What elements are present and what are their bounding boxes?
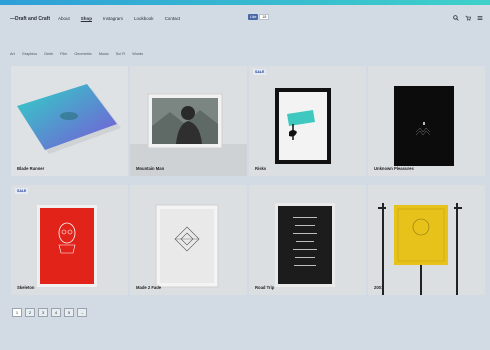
page-1[interactable]: 1 bbox=[12, 308, 22, 317]
nav-about[interactable]: About bbox=[58, 16, 70, 21]
header-icons bbox=[453, 15, 483, 21]
product-card-risks[interactable]: SALE Risks bbox=[249, 66, 366, 176]
blade-runner-poster bbox=[11, 66, 128, 176]
filter-geometric[interactable]: Geometric bbox=[74, 52, 92, 56]
cart-icon[interactable] bbox=[465, 15, 471, 21]
search-icon[interactable] bbox=[453, 15, 459, 21]
product-card-unknown-pleasures[interactable]: Unknown Pleasures bbox=[368, 66, 485, 176]
menu-icon[interactable] bbox=[477, 15, 483, 21]
product-card-blade-runner[interactable]: Blade Runner bbox=[11, 66, 128, 176]
filter-sci-fi[interactable]: Sci Fi bbox=[116, 52, 126, 56]
product-name: Mountain Man bbox=[136, 166, 165, 171]
pagination: 1 2 3 4 5 → bbox=[12, 308, 87, 317]
filter-geek[interactable]: Geek bbox=[44, 52, 53, 56]
sale-badge: SALE bbox=[253, 69, 267, 75]
2001-poster bbox=[368, 185, 485, 295]
product-name: Unknown Pleasures bbox=[374, 166, 414, 171]
product-card-road-trip[interactable]: Road Trip bbox=[249, 185, 366, 295]
unknown-pleasures-poster bbox=[368, 66, 485, 176]
page-5[interactable]: 5 bbox=[64, 308, 74, 317]
product-card-2001[interactable]: 2001 bbox=[368, 185, 485, 295]
risks-poster bbox=[249, 66, 366, 176]
product-name: Blade Runner bbox=[17, 166, 45, 171]
product-card-mountain-man[interactable]: Mountain Man bbox=[130, 66, 247, 176]
top-accent-bar bbox=[0, 0, 490, 5]
product-card-made-2-fade[interactable]: Made 2 Fade bbox=[130, 185, 247, 295]
like-count: 18 bbox=[259, 14, 270, 20]
like-button[interactable]: Like bbox=[248, 14, 259, 20]
product-name: 2001 bbox=[374, 285, 384, 290]
product-name: Made 2 Fade bbox=[136, 285, 162, 290]
product-name: Road Trip bbox=[255, 285, 275, 290]
filter-words[interactable]: Words bbox=[132, 52, 143, 56]
filter-art[interactable]: Art bbox=[10, 52, 15, 56]
product-name: Skeleton bbox=[17, 285, 35, 290]
nav-shop[interactable]: Shop bbox=[81, 16, 92, 21]
product-name: Risks bbox=[255, 166, 267, 171]
road-trip-poster bbox=[249, 185, 366, 295]
brand-logo[interactable]: —Draft and Craft bbox=[10, 16, 50, 22]
main-nav: About Shop Instagram Lookbook Contact bbox=[58, 16, 180, 21]
page-2[interactable]: 2 bbox=[25, 308, 35, 317]
filter-film[interactable]: Film bbox=[60, 52, 67, 56]
product-card-skeleton[interactable]: SALE Skeleton bbox=[11, 185, 128, 295]
filter-graphics[interactable]: Graphics bbox=[22, 52, 37, 56]
page-3[interactable]: 3 bbox=[38, 308, 48, 317]
facebook-like-widget[interactable]: Like 18 bbox=[248, 14, 270, 20]
nav-lookbook[interactable]: Lookbook bbox=[134, 16, 154, 21]
next-page-button[interactable]: → bbox=[77, 308, 87, 317]
skeleton-poster bbox=[11, 185, 128, 295]
sale-badge: SALE bbox=[15, 188, 29, 194]
mountain-man-poster bbox=[130, 66, 247, 176]
filter-music[interactable]: Music bbox=[99, 52, 109, 56]
nav-instagram[interactable]: Instagram bbox=[103, 16, 123, 21]
nav-contact[interactable]: Contact bbox=[165, 16, 181, 21]
made-2-fade-poster bbox=[130, 185, 247, 295]
category-filters: Art Graphics Geek Film Geometric Music S… bbox=[10, 52, 143, 56]
page-4[interactable]: 4 bbox=[51, 308, 61, 317]
